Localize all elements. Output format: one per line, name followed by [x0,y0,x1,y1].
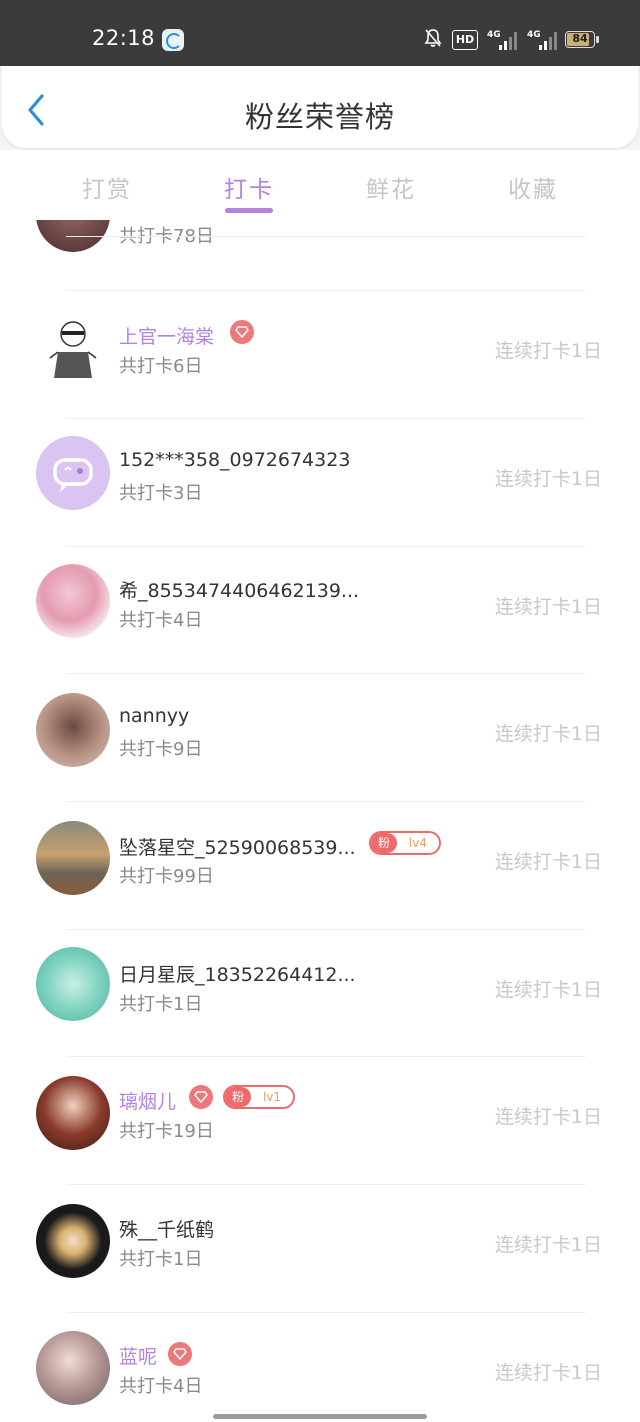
chat-bubble-icon [53,458,93,492]
checkin-streak: 连续打卡1日 [494,468,602,490]
list-item[interactable]: 蓝呢 共打卡4日 连续打卡1日 [0,1312,640,1422]
app-notification-icon [162,29,184,51]
battery-level: 84 [572,32,588,45]
signal-4g-icon: 4G [487,30,517,50]
checkin-total: 共打卡3日 [119,483,203,504]
fan-badge-label: 粉 [371,833,397,853]
user-name: 璃烟儿 [119,1091,177,1113]
checkin-streak: 连续打卡1日 [494,340,602,362]
checkin-streak: 连续打卡1日 [494,979,602,1001]
avatar[interactable] [36,564,110,638]
checkin-total: 共打卡6日 [119,356,203,377]
hd-voice-icon: HD [452,30,478,50]
ranking-list[interactable]: 共打卡78日 上官一海棠 共打卡6日 连续打卡1日 152***358_0972… [0,220,640,1422]
active-tab-indicator [225,208,273,213]
page-title: 粉丝荣誉榜 [244,100,395,134]
tab-reward[interactable]: 打赏 [47,170,167,204]
diamond-icon [189,1085,213,1109]
checkin-streak: 连续打卡1日 [494,1106,602,1128]
checkin-streak: 连续打卡1日 [494,596,602,618]
tab-flowers[interactable]: 鲜花 [331,170,451,204]
list-item[interactable]: 坠落星空_52590068539... 粉 lv4 共打卡99日 连续打卡1日 [0,801,640,929]
diamond-icon [168,1342,192,1366]
user-name: nannyy [119,705,190,727]
checkin-total: 共打卡4日 [119,1376,203,1397]
user-name: 坠落星空_52590068539... [119,837,356,859]
checkin-total: 共打卡1日 [119,1249,203,1270]
tab-bar: 打赏 打卡 鲜花 收藏 [0,150,640,220]
user-name: 殊__千纸鹤 [119,1219,215,1241]
checkin-total: 共打卡99日 [119,866,214,887]
fan-badge-level: lv4 [408,836,428,850]
list-item[interactable]: 152***358_0972674323 共打卡3日 连续打卡1日 [0,418,640,546]
avatar[interactable] [36,821,110,895]
network-type-label: 4G [487,30,501,40]
avatar[interactable] [36,1076,110,1150]
checkin-total: 共打卡1日 [119,994,203,1015]
list-item[interactable]: nannyy 共打卡9日 连续打卡1日 [0,673,640,801]
checkin-streak: 连续打卡1日 [494,851,602,873]
list-item[interactable]: 璃烟儿 粉 lv1 共打卡19日 连续打卡1日 [0,1056,640,1184]
list-item[interactable]: 殊__千纸鹤 共打卡1日 连续打卡1日 [0,1184,640,1312]
user-name: 上官一海棠 [119,326,215,348]
status-bar: 22:18 HD 4G 4G 84 [0,0,640,66]
avatar-sketch-image [49,321,97,378]
user-name: 152***358_0972674323 [119,449,351,471]
fan-level-badge: 粉 lv4 [369,831,441,855]
battery-cap [596,36,599,43]
avatar[interactable] [36,312,110,386]
user-name: 日月星辰_18352264412... [119,964,356,986]
list-item[interactable]: 上官一海棠 共打卡6日 连续打卡1日 [0,290,640,418]
fan-badge-level: lv1 [262,1090,282,1104]
avatar[interactable] [36,436,110,510]
checkin-streak: 连续打卡1日 [494,1234,602,1256]
checkin-total: 共打卡9日 [119,739,203,760]
network-type-label: 4G [527,30,541,40]
tab-favorites[interactable]: 收藏 [473,170,593,204]
status-time: 22:18 [92,26,156,50]
avatar[interactable] [36,1204,110,1278]
diamond-icon [230,320,254,344]
list-item[interactable]: 日月星辰_18352264412... 共打卡1日 连续打卡1日 [0,929,640,1057]
fan-badge-label: 粉 [225,1087,251,1107]
avatar[interactable] [36,947,110,1021]
list-item[interactable]: 希_8553474406462139... 共打卡4日 连续打卡1日 [0,546,640,674]
bell-muted-icon [424,28,442,48]
avatar[interactable] [36,693,110,767]
checkin-total: 共打卡19日 [119,1121,214,1142]
user-name: 希_8553474406462139... [119,580,360,602]
list-divider [66,236,586,237]
signal-4g-icon: 4G [527,30,557,50]
checkin-total: 共打卡78日 [119,226,214,247]
avatar[interactable] [36,1331,110,1405]
checkin-streak: 连续打卡1日 [494,1362,602,1384]
checkin-total: 共打卡4日 [119,610,203,631]
battery-icon: 84 [565,31,595,48]
fan-level-badge: 粉 lv1 [223,1085,295,1109]
tab-checkin[interactable]: 打卡 [189,170,309,204]
checkin-streak: 连续打卡1日 [494,723,602,745]
user-name: 蓝呢 [119,1346,158,1368]
home-indicator[interactable] [213,1414,427,1419]
header-bar: 粉丝荣誉榜 [2,66,638,148]
